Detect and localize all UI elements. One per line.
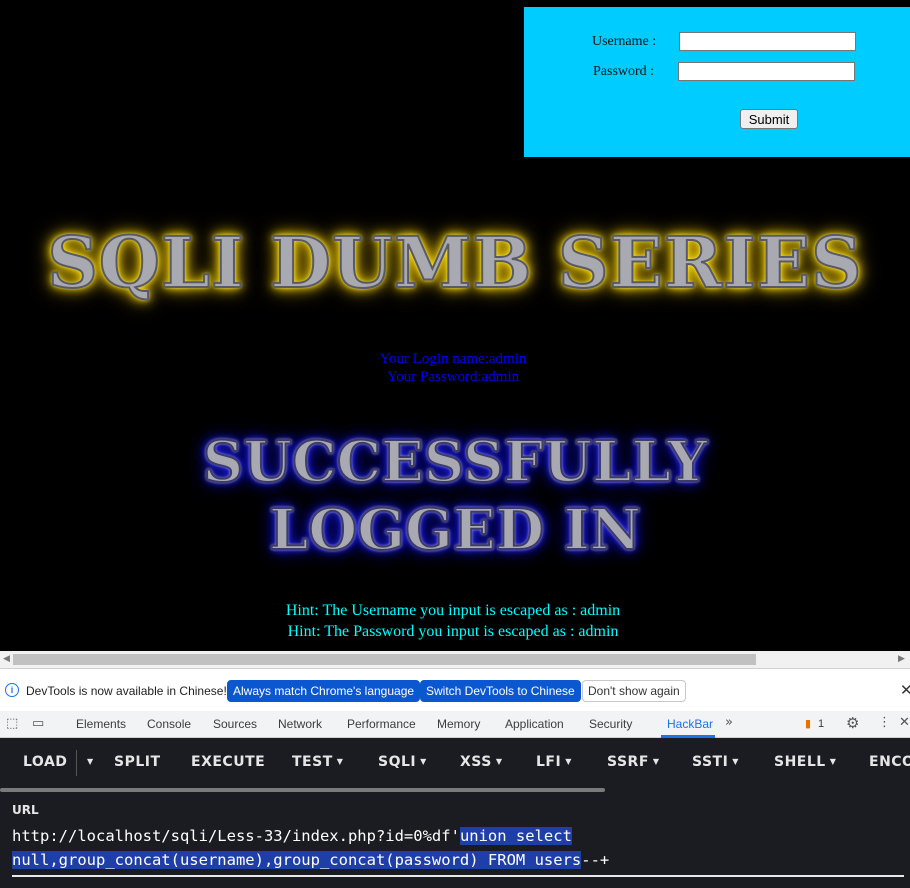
tab-console[interactable]: Console <box>147 717 191 731</box>
load-dropdown-caret[interactable]: ▼ <box>83 754 94 770</box>
tab-hackbar[interactable]: HackBar <box>667 717 713 731</box>
hint-password: Hint: The Password you input is escaped … <box>287 623 619 640</box>
tab-performance[interactable]: Performance <box>347 717 416 731</box>
caret-down-icon: ▼ <box>336 757 344 766</box>
page-title-banner: SQLI DUMB SERIES <box>46 220 863 305</box>
caret-down-icon: ▼ <box>732 757 739 766</box>
caret-down-icon: ▼ <box>652 757 660 766</box>
issues-icon[interactable]: ▮ <box>805 717 811 730</box>
success-banner: SUCCESSFULLY LOGGED IN <box>0 428 910 564</box>
more-tabs-icon[interactable]: » <box>725 715 733 730</box>
url-field-underline <box>12 875 904 877</box>
scroll-right-arrow-icon[interactable]: ▶ <box>898 654 905 664</box>
kebab-menu-icon[interactable]: ⋮ <box>878 715 891 730</box>
hint-username: Hint: The Username you input is escaped … <box>285 602 621 619</box>
tab-elements[interactable]: Elements <box>76 717 126 731</box>
url-label: URL <box>12 803 39 817</box>
xss-label: XSS <box>460 754 492 770</box>
always-match-language-button[interactable]: Always match Chrome's language <box>227 680 421 702</box>
lfi-menu-button[interactable]: LFI ▼ <box>536 754 572 770</box>
shell-label: SHELL <box>774 754 826 770</box>
tab-security[interactable]: Security <box>589 717 632 731</box>
url-selected-text-1: union select <box>459 827 572 845</box>
device-toggle-icon[interactable]: ▭ <box>32 716 44 731</box>
settings-gear-icon[interactable]: ⚙ <box>846 714 859 732</box>
hackbar-toolbar-scrollbar[interactable] <box>0 788 605 792</box>
inspect-icon[interactable]: ⬚ <box>6 716 18 731</box>
devtools-tabbar: ⬚ ▭ Elements Console Sources Network Per… <box>0 711 910 738</box>
password-input[interactable] <box>678 62 855 81</box>
tab-memory[interactable]: Memory <box>437 717 480 731</box>
ssrf-menu-button[interactable]: SSRF ▼ <box>607 754 660 770</box>
scroll-left-arrow-icon[interactable]: ◀ <box>3 654 10 664</box>
caret-down-icon: ▼ <box>87 757 94 766</box>
xss-menu-button[interactable]: XSS ▼ <box>460 754 503 770</box>
url-tail-text: --+ <box>581 851 610 869</box>
username-label: Username : <box>592 34 657 49</box>
split-button[interactable]: SPLIT <box>114 754 161 770</box>
ssrf-label: SSRF <box>607 754 649 770</box>
devtools-language-notice: i DevTools is now available in Chinese! … <box>0 668 910 711</box>
issues-count[interactable]: 1 <box>818 718 824 730</box>
caret-down-icon: ▼ <box>495 757 503 766</box>
tab-network[interactable]: Network <box>278 717 322 731</box>
url-selected-text-2: null,group_concat(username),group_concat… <box>12 851 582 869</box>
caret-down-icon: ▼ <box>565 757 572 766</box>
password-text: Your Password:admin <box>386 369 520 385</box>
scrollbar-thumb[interactable] <box>13 654 756 665</box>
caret-down-icon: ▼ <box>420 757 427 766</box>
notice-text: DevTools is now available in Chinese! <box>26 684 227 698</box>
tab-sources[interactable]: Sources <box>213 717 257 731</box>
username-input[interactable] <box>679 32 856 51</box>
encode-menu-button[interactable]: ENCO <box>869 754 910 770</box>
test-label: TEST <box>292 754 333 770</box>
shell-menu-button[interactable]: SHELL ▼ <box>774 754 836 770</box>
success-line-2: LOGGED IN <box>268 496 642 564</box>
lfi-label: LFI <box>536 754 562 770</box>
caret-down-icon: ▼ <box>829 757 837 766</box>
login-form: Username : Password : Submit <box>524 7 910 157</box>
hackbar-panel: LOAD ▼ SPLIT EXECUTE TEST ▼ SQLI ▼ XSS ▼ LF… <box>0 738 910 888</box>
url-plain-text: http://localhost/sqli/Less-33/index.php?… <box>12 827 460 845</box>
url-textarea[interactable]: http://localhost/sqli/Less-33/index.php?… <box>12 824 904 872</box>
submit-button[interactable]: Submit <box>740 109 798 129</box>
ssti-label: SSTI <box>692 754 729 770</box>
close-devtools-icon[interactable]: ✕ <box>899 715 910 730</box>
toolbar-divider <box>76 750 77 776</box>
close-icon[interactable]: ✕ <box>900 681 910 699</box>
load-button[interactable]: LOAD <box>23 754 67 770</box>
success-line-1: SUCCESSFULLY <box>202 428 708 496</box>
info-icon: i <box>5 683 19 697</box>
ssti-menu-button[interactable]: SSTI ▼ <box>692 754 739 770</box>
page-horizontal-scrollbar[interactable]: ◀ ▶ <box>0 651 910 668</box>
switch-to-chinese-button[interactable]: Switch DevTools to Chinese <box>420 680 581 702</box>
execute-button[interactable]: EXECUTE <box>191 754 265 770</box>
password-label: Password : <box>593 64 655 79</box>
login-name-text: Your Login name:admin <box>379 351 527 367</box>
sqli-menu-button[interactable]: SQLI ▼ <box>378 754 427 770</box>
tab-application[interactable]: Application <box>505 717 564 731</box>
dont-show-again-button[interactable]: Don't show again <box>582 680 686 702</box>
sqli-label: SQLI <box>378 754 417 770</box>
test-menu-button[interactable]: TEST ▼ <box>292 754 343 770</box>
